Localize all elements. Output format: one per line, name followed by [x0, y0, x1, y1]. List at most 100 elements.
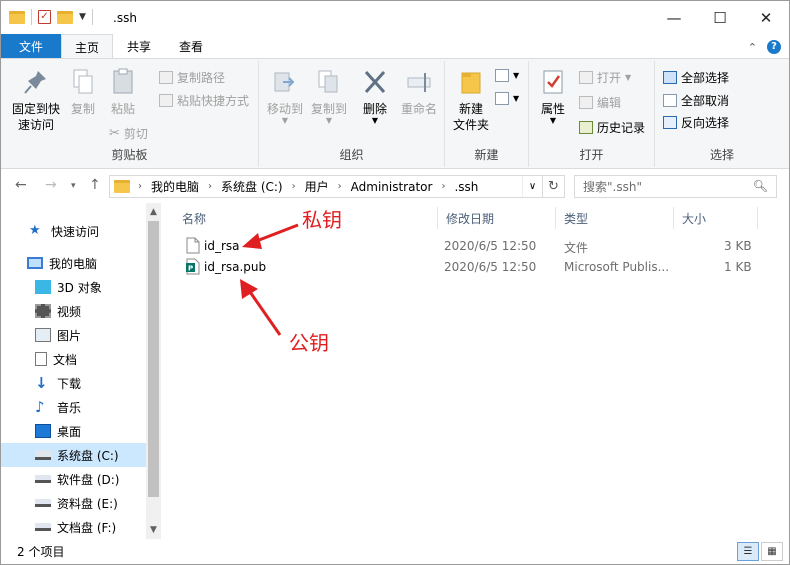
- breadcrumb-ssh[interactable]: .ssh: [449, 180, 483, 194]
- column-header-modified[interactable]: 修改日期: [438, 207, 556, 229]
- column-header-type[interactable]: 类型: [556, 207, 674, 229]
- back-arrow-icon[interactable]: ←: [15, 177, 27, 193]
- properties-icon: [543, 70, 563, 94]
- up-arrow-icon[interactable]: ↑: [89, 177, 101, 193]
- nav-pane-scrollbar[interactable]: ▲ ▼: [146, 203, 161, 539]
- nav-item-f-drive[interactable]: 文档盘 (F:): [1, 515, 146, 539]
- pin-quick-access-button[interactable]: 固定到快 速访问: [9, 67, 63, 133]
- invert-selection-button[interactable]: 反向选择: [663, 114, 729, 131]
- scrollbar-thumb[interactable]: [148, 221, 159, 497]
- scroll-down-icon[interactable]: ▼: [146, 525, 161, 535]
- file-modified: 2020/6/5 12:50: [444, 260, 537, 274]
- file-row[interactable]: P id_rsa.pub 2020/6/5 12:50 Microsoft Pu…: [176, 257, 776, 278]
- nav-item-videos[interactable]: 视频: [1, 299, 146, 323]
- refresh-icon: ↻: [548, 179, 559, 194]
- chevron-right-icon: ›: [441, 181, 446, 192]
- paste-shortcut-button[interactable]: 粘贴快捷方式: [159, 92, 249, 109]
- refresh-button[interactable]: ↻: [543, 175, 565, 198]
- copy-label: 复制: [70, 102, 95, 116]
- drive-icon: [35, 523, 51, 531]
- tab-view[interactable]: 查看: [165, 34, 217, 59]
- select-all-label: 全部选择: [681, 71, 730, 85]
- select-none-label: 全部取消: [681, 94, 730, 108]
- file-name: id_rsa.pub: [204, 260, 267, 274]
- nav-item-downloads[interactable]: ↓ 下载: [1, 371, 146, 395]
- address-bar[interactable]: › 我的电脑 › 系统盘 (C:) › 用户 › Administrator ›…: [109, 175, 543, 198]
- breadcrumb-my-computer[interactable]: 我的电脑: [146, 178, 204, 195]
- edit-button[interactable]: 编辑: [579, 94, 621, 111]
- copy-to-button[interactable]: 复制到 ▼: [307, 67, 351, 125]
- move-to-button[interactable]: 移动到 ▼: [263, 67, 307, 125]
- nav-item-quick-access[interactable]: ★ 快速访问: [1, 219, 146, 243]
- forward-arrow-icon[interactable]: →: [45, 177, 57, 193]
- open-button[interactable]: 打开 ▼: [579, 69, 631, 86]
- minimize-button[interactable]: —: [651, 1, 697, 34]
- nav-item-pictures[interactable]: 图片: [1, 323, 146, 347]
- breadcrumb-c-drive[interactable]: 系统盘 (C:): [216, 178, 288, 195]
- paste-button[interactable]: 粘贴: [105, 67, 141, 117]
- large-icons-view-button[interactable]: ▦: [761, 542, 783, 561]
- nav-item-label: 音乐: [57, 400, 82, 415]
- chevron-down-icon: ▼: [325, 116, 333, 125]
- new-folder-button[interactable]: 新建 文件夹: [449, 67, 493, 133]
- nav-item-e-drive[interactable]: 资料盘 (E:): [1, 491, 146, 515]
- private-key-annotation: 私钥: [302, 208, 342, 232]
- tab-home[interactable]: 主页: [61, 34, 113, 59]
- customize-dropdown-icon[interactable]: ▼: [79, 12, 86, 22]
- file-row[interactable]: id_rsa 2020/6/5 12:50 文件 3 KB: [176, 236, 776, 257]
- properties-icon[interactable]: ✓: [38, 10, 51, 24]
- file-icon: [186, 237, 200, 254]
- recent-locations-icon[interactable]: ▾: [71, 181, 76, 191]
- nav-item-my-computer[interactable]: 我的电脑: [1, 251, 146, 275]
- new-item-button[interactable]: ▼: [495, 69, 519, 82]
- properties-button[interactable]: 属性 ▼: [535, 67, 571, 125]
- desktop-icon: [35, 424, 51, 438]
- chevron-down-icon: ▼: [371, 116, 379, 125]
- new-folder-icon: [461, 72, 481, 94]
- nav-item-music[interactable]: ♪ 音乐: [1, 395, 146, 419]
- chevron-right-icon: ›: [337, 181, 342, 192]
- nav-item-3d-objects[interactable]: 3D 对象: [1, 275, 146, 299]
- pin-label: 固定到快 速访问: [11, 102, 60, 132]
- nav-item-label: 3D 对象: [57, 280, 102, 295]
- invert-selection-label: 反向选择: [681, 116, 730, 130]
- folder-icon: [9, 10, 25, 24]
- history-button[interactable]: 历史记录: [579, 119, 645, 136]
- breadcrumb-users[interactable]: 用户: [300, 178, 334, 195]
- nav-item-documents[interactable]: 文档: [1, 347, 146, 371]
- open-icon: [579, 71, 593, 84]
- select-all-button[interactable]: 全部选择: [663, 69, 729, 86]
- copy-button[interactable]: 复制: [65, 67, 101, 117]
- download-icon: ↓: [35, 374, 48, 392]
- collapse-ribbon-icon[interactable]: ⌃: [748, 41, 757, 54]
- column-header-size[interactable]: 大小: [674, 207, 758, 229]
- help-icon[interactable]: ?: [767, 40, 781, 54]
- close-button[interactable]: ✕: [743, 1, 789, 34]
- video-icon: [35, 304, 51, 318]
- picture-icon: [35, 328, 51, 342]
- delete-button[interactable]: 删除 ▼: [357, 67, 393, 125]
- nav-item-d-drive[interactable]: 软件盘 (D:): [1, 467, 146, 491]
- details-view-button[interactable]: ☰: [737, 542, 759, 561]
- new-group-label: 新建: [474, 148, 499, 162]
- copy-path-button[interactable]: 复制路径: [159, 69, 225, 86]
- quick-access-toolbar: ✓ ▼: [9, 9, 93, 25]
- tab-file[interactable]: 文件: [1, 34, 61, 59]
- select-none-button[interactable]: 全部取消: [663, 92, 729, 109]
- new-folder-icon[interactable]: [57, 10, 73, 24]
- edit-label: 编辑: [597, 96, 622, 110]
- tab-share[interactable]: 共享: [113, 34, 165, 59]
- breadcrumb-administrator[interactable]: Administrator: [346, 180, 438, 194]
- cut-button[interactable]: ✂ 剪切: [109, 125, 148, 142]
- search-icon: 🔍︎: [752, 179, 768, 193]
- rename-button[interactable]: 重命名: [397, 67, 441, 117]
- maximize-button[interactable]: ☐: [697, 1, 743, 34]
- ribbon-tabs: 文件 主页 共享 查看 ⌃ ?: [1, 34, 789, 59]
- chevron-right-icon: ›: [138, 181, 142, 192]
- nav-item-c-drive[interactable]: 系统盘 (C:): [1, 443, 146, 467]
- nav-item-desktop[interactable]: 桌面: [1, 419, 146, 443]
- easy-access-button[interactable]: ▼: [495, 92, 519, 105]
- address-dropdown-icon[interactable]: ∨: [522, 176, 542, 197]
- scroll-up-icon[interactable]: ▲: [146, 207, 161, 217]
- search-input[interactable]: 搜索".ssh" 🔍︎: [574, 175, 777, 198]
